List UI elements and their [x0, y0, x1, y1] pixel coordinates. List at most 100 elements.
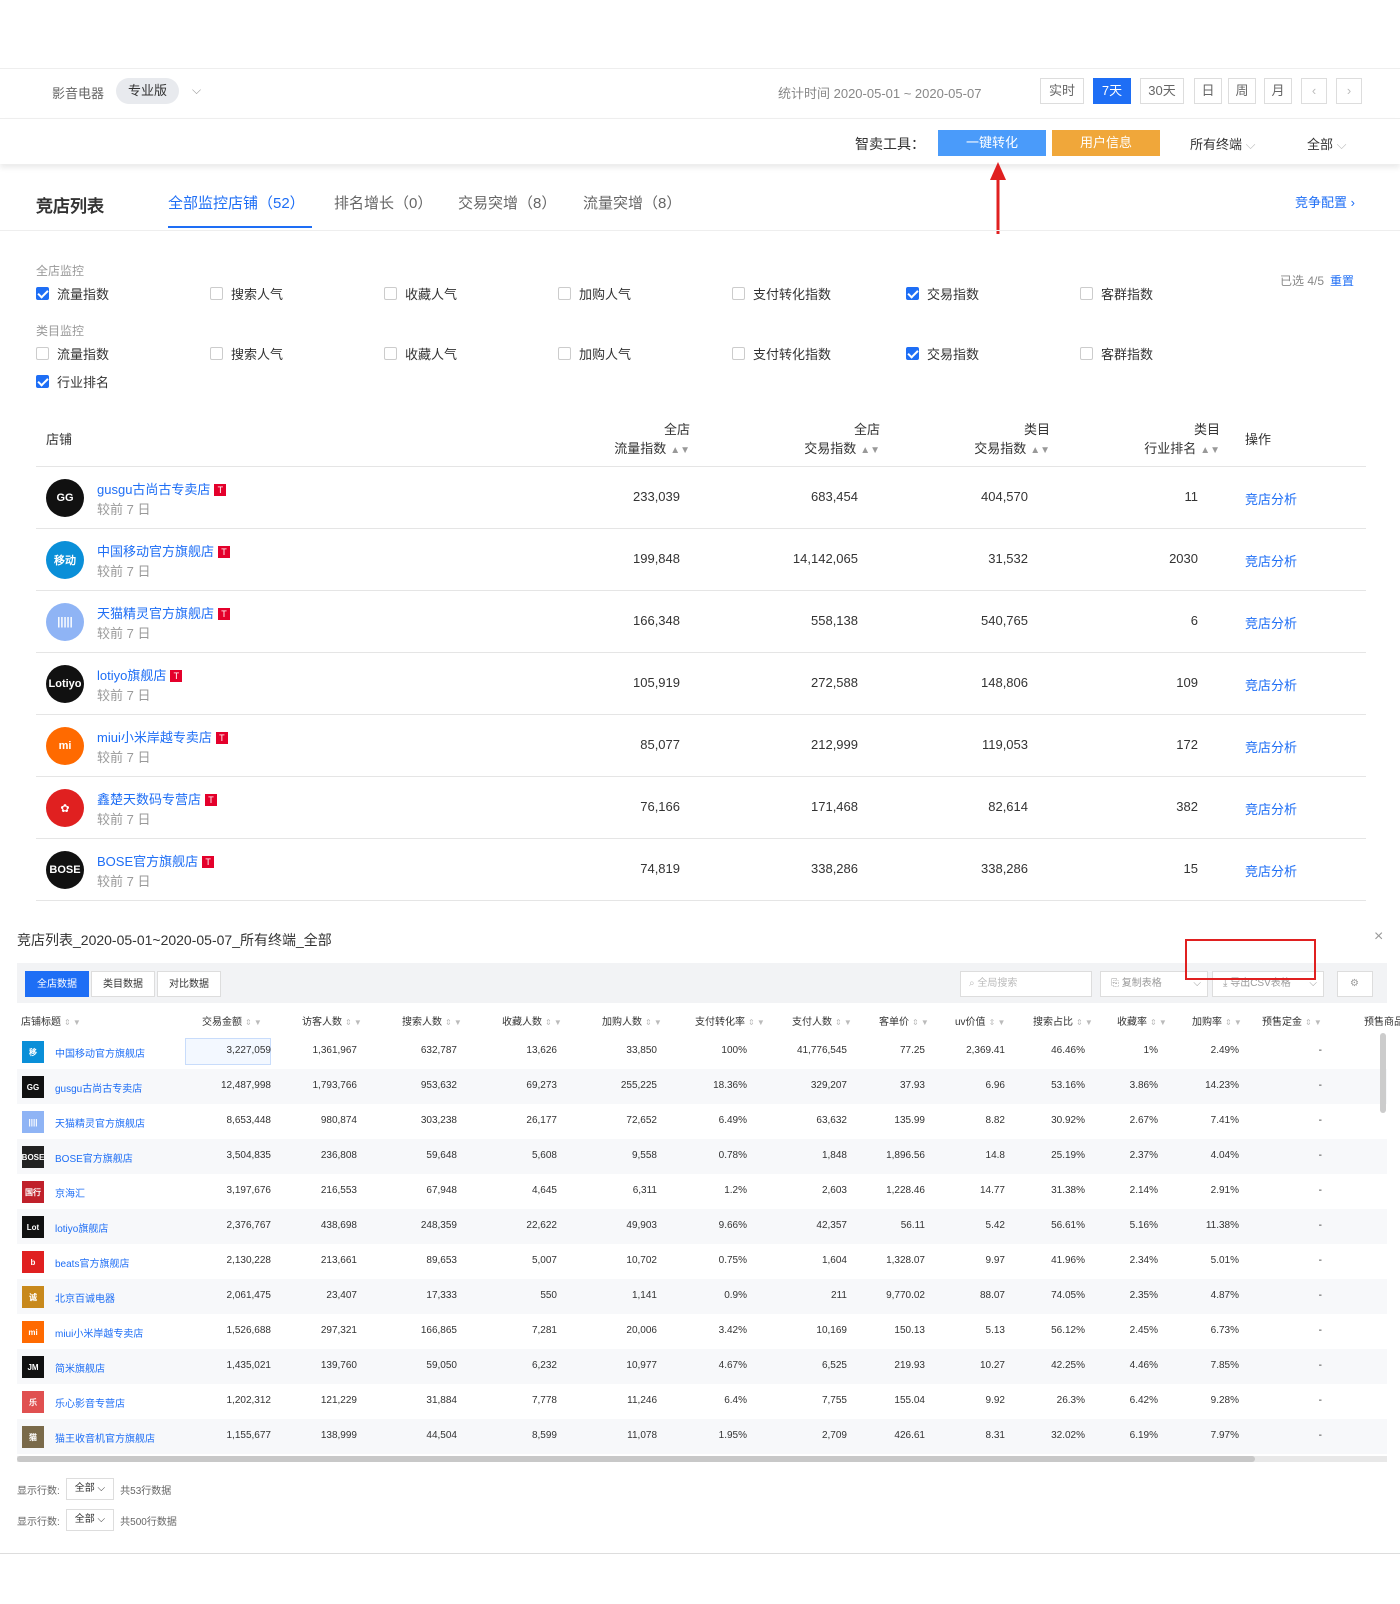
shop-title-link[interactable]: gusgu古尚古专卖店: [55, 1080, 142, 1095]
range-day[interactable]: 日: [1194, 78, 1222, 104]
tab-traffic-surge[interactable]: 流量突增（8）: [583, 192, 681, 213]
panel-col-header[interactable]: 加购人数 ⇕ ▼: [602, 1013, 662, 1028]
shop-title-link[interactable]: miui小米岸越专卖店: [55, 1325, 143, 1340]
range-month[interactable]: 月: [1264, 78, 1292, 104]
reset-link[interactable]: 重置: [1330, 274, 1354, 288]
all-checkbox-1[interactable]: 搜索人气: [210, 284, 283, 303]
panel-col-header[interactable]: 加购率 ⇕ ▼: [1192, 1013, 1242, 1028]
all-checkbox-6[interactable]: 客群指数: [1080, 284, 1153, 303]
checkbox-box[interactable]: [36, 347, 49, 360]
checkbox-box[interactable]: [210, 347, 223, 360]
panel-col-header[interactable]: 店铺标题 ⇕ ▼: [21, 1013, 81, 1028]
checkbox-box[interactable]: [906, 347, 919, 360]
tab-category-data[interactable]: 类目数据: [91, 971, 155, 997]
chevron-down-icon[interactable]: ⌵: [192, 83, 201, 98]
analyze-link[interactable]: 竞店分析: [1245, 675, 1297, 694]
config-link[interactable]: 竞争配置 ›: [1295, 192, 1355, 211]
cat-checkbox-7[interactable]: 行业排名: [36, 372, 109, 391]
shop-title-link[interactable]: 乐心影音专营店: [55, 1395, 125, 1410]
tab-trade-surge[interactable]: 交易突增（8）: [458, 192, 556, 213]
all-checkbox-4[interactable]: 支付转化指数: [732, 284, 831, 303]
panel-col-header[interactable]: 客单价 ⇕ ▼: [879, 1013, 929, 1028]
analyze-link[interactable]: 竞店分析: [1245, 613, 1297, 632]
shop-name[interactable]: gusgu古尚古专卖店 T: [97, 479, 227, 498]
cat-checkbox-1[interactable]: 搜索人气: [210, 344, 283, 363]
panel-col-header[interactable]: 预售商品: [1364, 1013, 1400, 1028]
checkbox-box[interactable]: [210, 287, 223, 300]
shop-name[interactable]: 天猫精灵官方旗舰店 T: [97, 603, 231, 622]
range-7d[interactable]: 7天: [1093, 78, 1131, 104]
shop-title-link[interactable]: 京海汇: [55, 1185, 85, 1200]
checkbox-box[interactable]: [384, 287, 397, 300]
checkbox-box[interactable]: [36, 287, 49, 300]
panel-col-header[interactable]: 访客人数 ⇕ ▼: [302, 1013, 362, 1028]
shop-name[interactable]: miui小米岸越专卖店 T: [97, 727, 228, 746]
shop-title-link[interactable]: 简米旗舰店: [55, 1360, 105, 1375]
analyze-link[interactable]: 竞店分析: [1245, 551, 1297, 570]
search-input[interactable]: ⌕ 全局搜索: [960, 971, 1092, 997]
cat-checkbox-5[interactable]: 交易指数: [906, 344, 979, 363]
tab-store-data[interactable]: 全店数据: [25, 971, 89, 997]
checkbox-box[interactable]: [558, 287, 571, 300]
panel-col-header[interactable]: uv价值 ⇕ ▼: [955, 1013, 1005, 1028]
panel-col-header[interactable]: 搜索人数 ⇕ ▼: [402, 1013, 462, 1028]
checkbox-box[interactable]: [1080, 287, 1093, 300]
terminal-select[interactable]: 所有终端 ⌵: [1190, 134, 1256, 153]
checkbox-box[interactable]: [906, 287, 919, 300]
tab-compare-data[interactable]: 对比数据: [157, 971, 221, 997]
shop-title-link[interactable]: BOSE官方旗舰店: [55, 1150, 133, 1165]
next-icon[interactable]: ›: [1336, 78, 1362, 104]
shop-title-link[interactable]: lotiyo旗舰店: [55, 1220, 108, 1235]
cat-checkbox-4[interactable]: 支付转化指数: [732, 344, 831, 363]
col-store-flow[interactable]: 全店 流量指数 ▲▼: [590, 420, 690, 460]
shop-title-link[interactable]: 猫王收音机官方旗舰店: [55, 1430, 155, 1445]
analyze-link[interactable]: 竞店分析: [1245, 799, 1297, 818]
vertical-scrollbar[interactable]: [1380, 1033, 1386, 1113]
checkbox-box[interactable]: [732, 287, 745, 300]
checkbox-box[interactable]: [384, 347, 397, 360]
panel-col-header[interactable]: 搜索占比 ⇕ ▼: [1033, 1013, 1093, 1028]
checkbox-box[interactable]: [36, 375, 49, 388]
analyze-link[interactable]: 竞店分析: [1245, 489, 1297, 508]
tab-all-monitored[interactable]: 全部监控店铺（52）: [168, 192, 305, 213]
scroll-thumb[interactable]: [17, 1456, 1255, 1462]
cat-checkbox-6[interactable]: 客群指数: [1080, 344, 1153, 363]
cat-checkbox-3[interactable]: 加购人气: [558, 344, 631, 363]
horizontal-scrollbar[interactable]: [17, 1456, 1387, 1462]
checkbox-box[interactable]: [732, 347, 745, 360]
shop-name[interactable]: 鑫楚天数码专营店 T: [97, 789, 218, 808]
shop-title-link[interactable]: 中国移动官方旗舰店: [55, 1045, 145, 1060]
analyze-link[interactable]: 竞店分析: [1245, 737, 1297, 756]
col-cat-rank[interactable]: 类目 行业排名 ▲▼: [1120, 420, 1220, 460]
all-checkbox-0[interactable]: 流量指数: [36, 284, 109, 303]
all-checkbox-2[interactable]: 收藏人气: [384, 284, 457, 303]
col-store-trade[interactable]: 全店 交易指数 ▲▼: [780, 420, 880, 460]
checkbox-box[interactable]: [1080, 347, 1093, 360]
rows-select[interactable]: 全部 ⌵: [65, 1509, 115, 1531]
prev-icon[interactable]: ‹: [1301, 78, 1327, 104]
panel-col-header[interactable]: 支付转化率 ⇕ ▼: [695, 1013, 765, 1028]
shop-name[interactable]: BOSE官方旗舰店 T: [97, 851, 215, 870]
checkbox-box[interactable]: [558, 347, 571, 360]
rows-select[interactable]: 全部 ⌵: [65, 1478, 115, 1500]
settings-gear-icon[interactable]: ⚙: [1337, 971, 1373, 997]
all-checkbox-5[interactable]: 交易指数: [906, 284, 979, 303]
panel-col-header[interactable]: 收藏率 ⇕ ▼: [1117, 1013, 1167, 1028]
col-cat-trade[interactable]: 类目 交易指数 ▲▼: [950, 420, 1050, 460]
user-info-button[interactable]: 用户信息: [1052, 130, 1160, 156]
panel-col-header[interactable]: 交易金额 ⇕ ▼: [202, 1013, 262, 1028]
shop-title-link[interactable]: beats官方旗舰店: [55, 1255, 129, 1270]
shop-name[interactable]: 中国移动官方旗舰店 T: [97, 541, 231, 560]
edition-badge[interactable]: 专业版: [116, 78, 180, 104]
panel-col-header[interactable]: 收藏人数 ⇕ ▼: [502, 1013, 562, 1028]
shop-title-link[interactable]: 北京百诚电器: [55, 1290, 115, 1305]
close-icon[interactable]: ×: [1374, 928, 1383, 946]
tab-rank-growth[interactable]: 排名增长（0）: [334, 192, 432, 213]
cat-checkbox-0[interactable]: 流量指数: [36, 344, 109, 363]
analyze-link[interactable]: 竞店分析: [1245, 861, 1297, 880]
scope-select[interactable]: 全部 ⌵: [1307, 134, 1347, 153]
range-30d[interactable]: 30天: [1140, 78, 1184, 104]
range-week[interactable]: 周: [1228, 78, 1256, 104]
shop-title-link[interactable]: 天猫精灵官方旗舰店: [55, 1115, 145, 1130]
panel-col-header[interactable]: 支付人数 ⇕ ▼: [792, 1013, 852, 1028]
